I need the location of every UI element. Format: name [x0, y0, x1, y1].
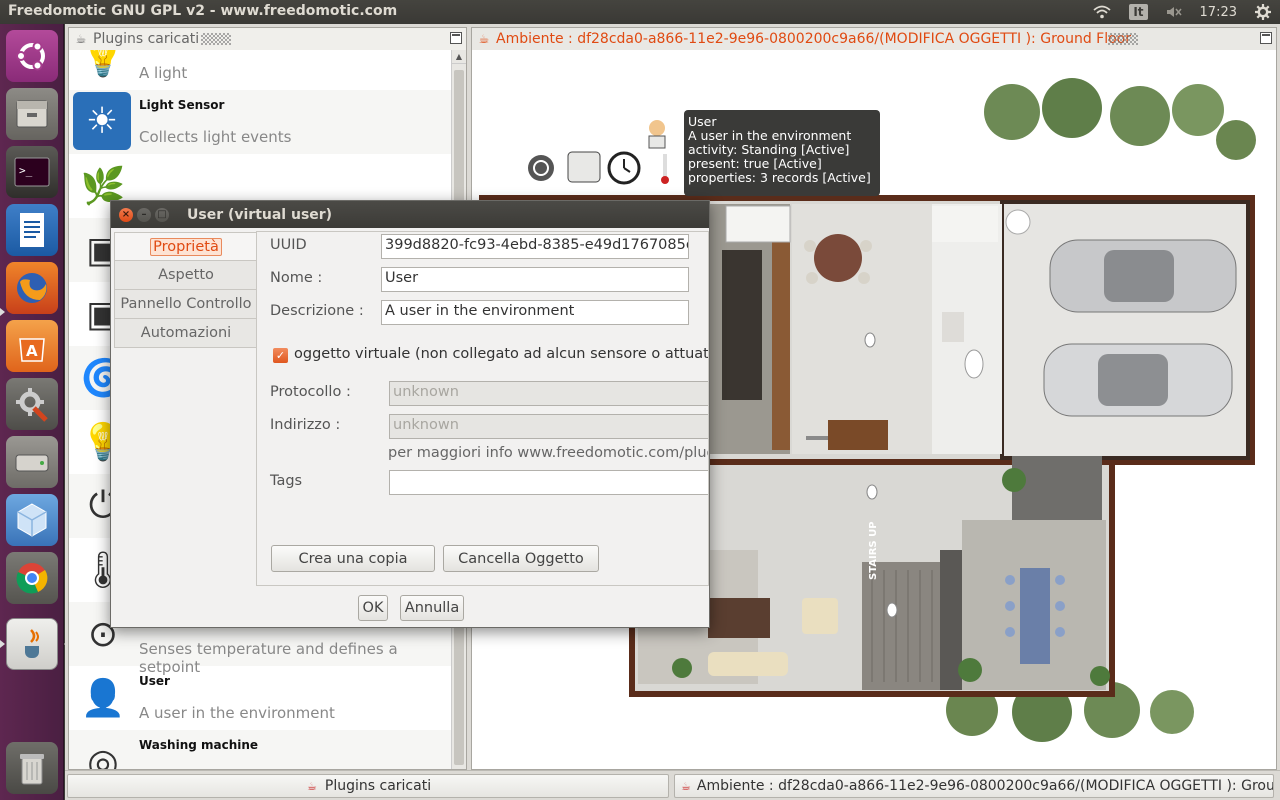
environment-title: Ambiente : df28cda0-a866-11e2-9e96-08002…: [496, 31, 1131, 47]
tags-field[interactable]: [389, 470, 708, 495]
plugin-list-item[interactable]: 💡LightA light: [69, 50, 451, 90]
tags-label: Tags: [270, 473, 303, 489]
task-plugins[interactable]: ☕ Plugins caricati: [67, 774, 669, 798]
dialog-title-bar[interactable]: × – □ User (virtual user): [111, 201, 709, 228]
window-title: Freedomotic GNU GPL v2 - www.freedomotic…: [8, 3, 398, 19]
plugin-description: Collects light events: [139, 128, 292, 146]
writer-icon[interactable]: [6, 204, 58, 256]
car-2: [1043, 343, 1233, 417]
address-label: Indirizzo :: [270, 417, 341, 433]
user-icon: 👤: [80, 678, 126, 719]
maximize-button[interactable]: [450, 32, 462, 44]
tab-aspetto[interactable]: Aspetto: [114, 261, 258, 290]
java-icon: ☕: [681, 779, 691, 793]
ok-button[interactable]: OK: [358, 595, 388, 621]
virtual-object-checkbox[interactable]: ✓: [273, 348, 288, 363]
bulb-icon: 💡: [80, 50, 126, 79]
plugin-list-item[interactable]: 👤 User A user in the environment: [69, 666, 451, 730]
launcher: >_ A: [0, 24, 69, 800]
plugin-list-item[interactable]: ☀ Light Sensor Collects light events: [69, 90, 451, 154]
close-icon[interactable]: ×: [119, 207, 133, 222]
maximize-icon[interactable]: □: [155, 207, 169, 222]
delete-object-button[interactable]: Cancella Oggetto: [443, 545, 599, 572]
name-label: Nome :: [270, 270, 323, 286]
firefox-icon[interactable]: [6, 262, 58, 314]
tooltip-line: A user in the environment: [688, 128, 852, 143]
java-icon: ☕: [75, 32, 87, 46]
task-label: Ambiente : df28cda0-a866-11e2-9e96-08002…: [696, 778, 1274, 794]
volume-muted-icon[interactable]: [1157, 0, 1191, 24]
uuid-field[interactable]: 399d8820-fc93-4ebd-8385-e49d1767085d: [381, 234, 689, 259]
chrome-icon[interactable]: [6, 552, 58, 604]
protocol-field: unknown: [389, 381, 708, 406]
maximize-button[interactable]: [1260, 32, 1272, 44]
cube-icon[interactable]: [6, 494, 58, 546]
dialog-tabs: Proprietà Aspetto Pannello Controllo Aut…: [114, 232, 258, 348]
plugins-title-bar[interactable]: ☕ Plugins caricati: [69, 28, 466, 50]
stairs-label: STAIRS UP: [868, 521, 879, 580]
tooltip-line: properties: 3 records [Active]: [688, 170, 871, 185]
plugin-name: User: [139, 674, 170, 688]
title-grip: [201, 33, 231, 45]
disk-icon[interactable]: [6, 436, 58, 488]
washing-machine-icon: ◎: [87, 741, 119, 770]
running-indicator: [0, 308, 5, 316]
description-label: Descrizione :: [270, 303, 364, 319]
scroll-up-arrow[interactable]: ▲: [452, 50, 466, 64]
java-icon: ☕: [306, 779, 317, 793]
minimize-icon[interactable]: –: [137, 207, 151, 222]
tooltip-line: activity: Standing [Active]: [688, 142, 850, 157]
plugin-description: A light: [139, 64, 188, 82]
gear-icon[interactable]: [1246, 0, 1280, 24]
clock[interactable]: 17:23: [1191, 0, 1246, 24]
light-sensor-icon: ☀: [73, 92, 131, 150]
wifi-icon[interactable]: [1084, 0, 1120, 24]
car-1: [1049, 239, 1237, 313]
plugin-name: Washing machine: [139, 738, 259, 752]
uuid-label: UUID: [270, 237, 307, 253]
user-tooltip: User A user in the environment activity: S…: [684, 110, 880, 196]
object-properties-dialog: × – □ User (virtual user) Proprietà Aspe…: [110, 200, 710, 628]
plugin-name: Light Sensor: [139, 98, 225, 112]
terminal-icon[interactable]: >_: [6, 146, 58, 198]
software-center-icon[interactable]: A: [6, 320, 58, 372]
java-icon: ☕: [478, 32, 490, 46]
keyboard-layout-indicator[interactable]: It: [1120, 0, 1156, 24]
running-indicator: [0, 640, 5, 648]
tab-pannello-controllo[interactable]: Pannello Controllo: [114, 290, 258, 319]
svg-text:A: A: [26, 342, 38, 360]
protocol-label: Protocollo :: [270, 384, 351, 400]
top-panel: Freedomotic GNU GPL v2 - www.freedomotic…: [0, 0, 1280, 24]
dialog-title: User (virtual user): [187, 206, 333, 223]
trash-icon[interactable]: [6, 742, 58, 794]
task-environment[interactable]: ☕ Ambiente : df28cda0-a866-11e2-9e96-080…: [674, 774, 1274, 798]
title-grip: [1108, 33, 1138, 45]
system-tray: It 17:23: [1084, 0, 1280, 24]
plugins-title: Plugins caricati: [93, 31, 200, 47]
address-field: unknown: [389, 414, 708, 439]
tab-automazioni[interactable]: Automazioni: [114, 319, 258, 348]
plugin-list-item[interactable]: ◎ Washing machine: [69, 730, 451, 769]
info-link[interactable]: per maggiori info www.freedomotic.com/pl…: [388, 445, 708, 461]
tooltip-line: User: [688, 114, 717, 129]
plugin-description: A user in the environment: [139, 704, 335, 722]
settings-icon[interactable]: [6, 378, 58, 430]
description-field[interactable]: A user in the environment: [381, 300, 689, 325]
copy-object-button[interactable]: Crea una copia: [271, 545, 435, 572]
device-icons[interactable]: [528, 120, 669, 185]
tooltip-line: present: true [Active]: [688, 156, 822, 171]
tab-proprieta[interactable]: Proprietà: [114, 232, 258, 261]
cancel-button[interactable]: Annulla: [400, 595, 464, 621]
ubuntu-icon[interactable]: [6, 30, 58, 82]
svg-text:>_: >_: [19, 164, 33, 177]
task-label: Plugins caricati: [324, 778, 432, 794]
properties-panel: UUID 399d8820-fc93-4ebd-8385-e49d1767085…: [256, 231, 709, 586]
name-field[interactable]: User: [381, 267, 689, 292]
window-taskbar: ☕ Plugins caricati ☕ Ambiente : df28cda0…: [65, 770, 1280, 800]
java-icon[interactable]: [6, 618, 58, 670]
environment-title-bar[interactable]: ☕ Ambiente : df28cda0-a866-11e2-9e96-080…: [472, 28, 1276, 50]
files-icon[interactable]: [6, 88, 58, 140]
virtual-object-label: oggetto virtuale (non collegato ad alcun…: [294, 346, 709, 362]
